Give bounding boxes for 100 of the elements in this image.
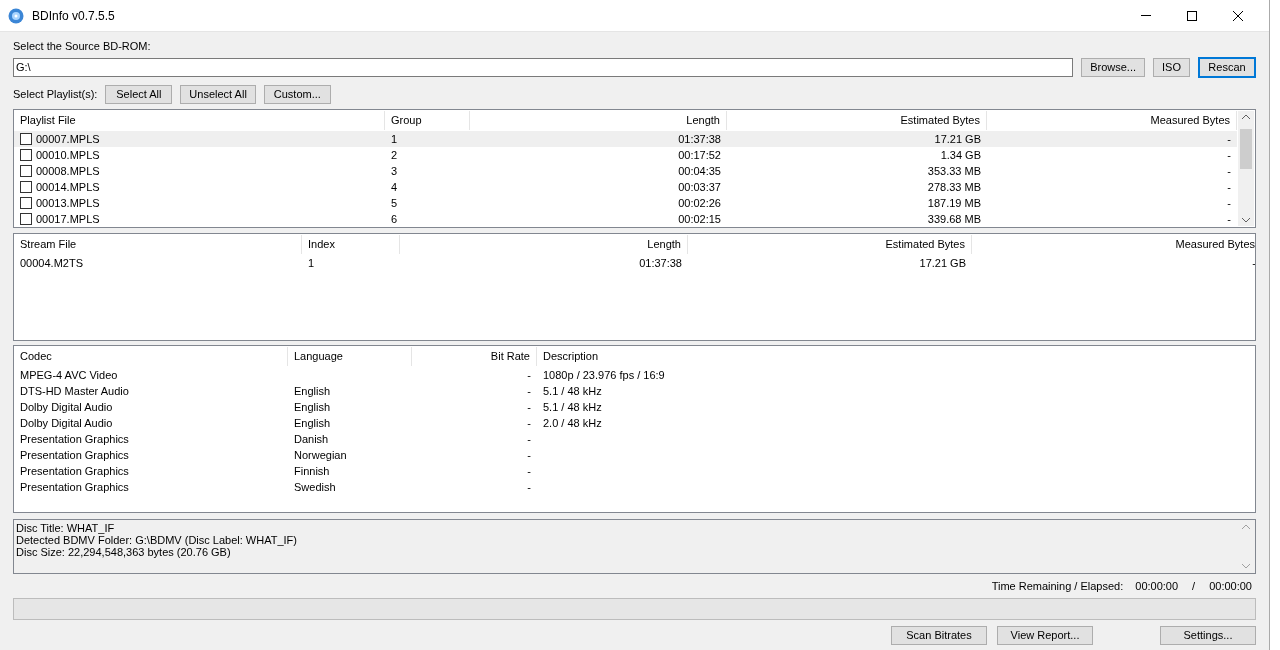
column-header[interactable]: Measured Bytes (972, 234, 1255, 254)
info-line: Disc Size: 22,294,548,363 bytes (20.76 GB) (16, 545, 232, 558)
table-cell-text: Danish (293, 431, 330, 447)
column-header[interactable]: Bit Rate (412, 346, 537, 366)
toolbar-button[interactable]: Rescan (1198, 56, 1256, 78)
source-label: Select the Source BD-ROM: (13, 39, 152, 54)
column-header[interactable]: Stream File (14, 234, 302, 254)
checkbox[interactable] (20, 196, 32, 209)
column-header[interactable]: Length (470, 110, 727, 130)
table-cell-text: 339.68 MB (926, 211, 982, 227)
checkbox[interactable] (20, 148, 32, 161)
toolbar-button[interactable]: ISO (1153, 57, 1190, 77)
scroll-thumb[interactable] (1240, 128, 1252, 169)
column-header[interactable]: Index (302, 234, 400, 254)
table-cell-text: 5.1 / 48 kHz (542, 399, 603, 415)
table-cell-text: - (1226, 179, 1232, 195)
window-title: BDInfo v0.7.5.5 (32, 7, 116, 25)
playlist-row[interactable]: 00010.MPLS 2 00:17:52 1.34 GB - (14, 146, 1237, 163)
select-button[interactable]: Custom... (263, 84, 331, 104)
table-cell-text: - (526, 447, 532, 463)
table-cell-text: 5 (390, 195, 399, 211)
column-header[interactable]: Estimated Bytes (727, 110, 987, 130)
checkbox[interactable] (20, 164, 32, 177)
table-cell-text: 4 (390, 179, 399, 195)
table-cell-text: - (1226, 163, 1232, 179)
info-line: Disc Title: WHAT_IF (16, 521, 116, 534)
scrollbar[interactable] (1238, 110, 1254, 226)
column-header[interactable]: Group (385, 110, 470, 130)
table-cell-text: 01:37:38 (677, 131, 722, 147)
table-cell-text: 17.21 GB (933, 131, 982, 147)
table-cell-text: Finnish (293, 463, 331, 479)
table-cell-text: 00:02:15 (677, 211, 722, 227)
toolbar-button[interactable]: Browse... (1081, 57, 1146, 77)
playlist-row[interactable]: 00008.MPLS 3 00:04:35 353.33 MB - (14, 162, 1237, 179)
table-cell-text: - (526, 399, 532, 415)
table-cell-text: - (526, 479, 532, 495)
table-cell-text: 3 (390, 163, 399, 179)
table-cell-text: Presentation Graphics (19, 479, 130, 495)
source-path-field[interactable]: G:\ (13, 57, 1074, 77)
time-separator: / (1192, 579, 1196, 595)
table-cell-text: 278.33 MB (926, 179, 982, 195)
table-cell: 00007.MPLS (36, 132, 100, 145)
time-label: Time Remaining / Elapsed: (991, 579, 1124, 595)
table-cell: 00017.MPLS (36, 212, 100, 225)
table-cell-text: English (293, 399, 332, 415)
checkbox[interactable] (20, 132, 32, 145)
action-button[interactable]: Scan Bitrates (891, 625, 987, 645)
table-cell-text: MPEG-4 AVC Video (19, 367, 119, 383)
table-cell-text: 6 (390, 211, 399, 227)
table-cell-text: - (1251, 255, 1255, 271)
column-header[interactable]: Playlist File (14, 110, 385, 130)
column-header[interactable]: Description (537, 346, 1255, 366)
table-cell-text: Swedish (293, 479, 337, 495)
checkbox[interactable] (20, 212, 32, 225)
table-cell-text: Norwegian (293, 447, 348, 463)
table-cell: 00010.MPLS (36, 148, 100, 161)
maximize-icon (1187, 10, 1197, 21)
table-cell-text: Dolby Digital Audio (19, 415, 114, 431)
minimize-icon (1141, 15, 1151, 16)
table-cell-text: - (526, 367, 532, 383)
playlist-row[interactable]: 00017.MPLS 6 00:02:15 339.68 MB - (14, 210, 1237, 227)
table-cell-text: 1 (390, 131, 399, 147)
table-cell-text: - (1226, 211, 1232, 227)
table-cell-text: 1080p / 23.976 fps / 16:9 (542, 367, 666, 383)
close-icon (1233, 10, 1243, 21)
column-header[interactable]: Estimated Bytes (688, 234, 972, 254)
table-cell: 00013.MPLS (36, 196, 100, 209)
table-cell-text: English (293, 383, 332, 399)
table-cell-text: 00:02:26 (677, 195, 722, 211)
table-cell-text: 00:17:52 (677, 147, 722, 163)
table-cell-text: 2 (390, 147, 399, 163)
column-header[interactable]: Language (288, 346, 412, 366)
table-cell-text: - (526, 383, 532, 399)
playlist-label: Select Playlist(s): (13, 86, 98, 102)
playlist-row[interactable]: 00013.MPLS 5 00:02:26 187.19 MB - (14, 194, 1237, 211)
table-cell-text: 00:04:35 (677, 163, 722, 179)
playlist-row[interactable]: 00007.MPLS 1 01:37:38 17.21 GB - (14, 130, 1237, 147)
table-cell-text: - (526, 415, 532, 431)
time-elapsed: 00:00:00 (1209, 579, 1252, 595)
playlist-row[interactable]: 00014.MPLS 4 00:03:37 278.33 MB - (14, 178, 1237, 195)
column-header[interactable]: Codec (14, 346, 288, 366)
table-cell-text: 00:03:37 (677, 179, 722, 195)
table-cell-text: Presentation Graphics (19, 447, 130, 463)
scroll-down-icon[interactable] (1242, 217, 1250, 223)
column-header[interactable]: Measured Bytes (987, 110, 1237, 130)
table-cell-text: 00004.M2TS (19, 255, 84, 271)
checkbox[interactable] (20, 180, 32, 193)
column-header[interactable]: Length (400, 234, 688, 254)
table-cell-text: - (526, 463, 532, 479)
table-cell-text: 1.34 GB (939, 147, 982, 163)
action-button[interactable]: View Report... (997, 625, 1093, 645)
table-cell-text: Dolby Digital Audio (19, 399, 114, 415)
table-cell-text: Presentation Graphics (19, 431, 130, 447)
scroll-up-icon[interactable] (1242, 113, 1250, 119)
table-cell: 00014.MPLS (36, 180, 100, 193)
select-button[interactable]: Select All (105, 84, 173, 104)
action-button[interactable]: Settings... (1160, 625, 1256, 645)
disc-icon (8, 7, 24, 24)
select-button[interactable]: Unselect All (180, 84, 256, 104)
table-cell-text: 5.1 / 48 kHz (542, 383, 603, 399)
